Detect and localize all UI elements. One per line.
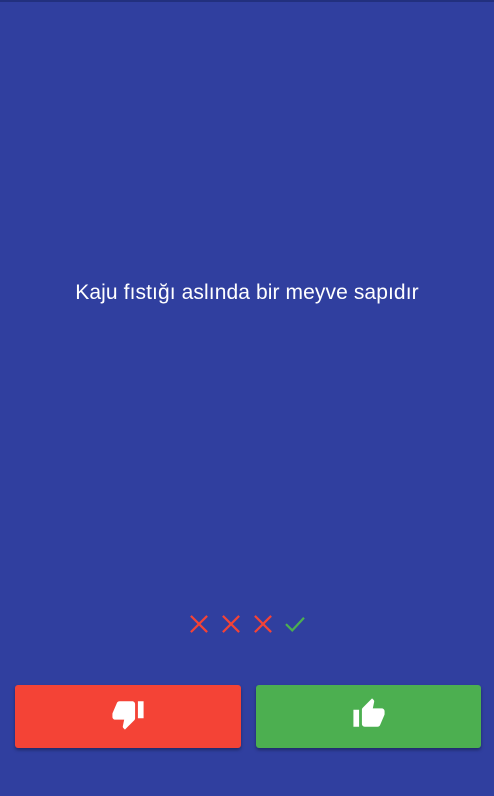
thumbs-up-icon bbox=[351, 697, 387, 736]
thumbs-down-icon bbox=[110, 697, 146, 736]
answer-history bbox=[0, 610, 494, 638]
question-text: Kaju fıstığı aslında bir meyve sapıdır bbox=[75, 281, 419, 304]
status-bar-edge bbox=[0, 0, 494, 2]
close-icon bbox=[188, 613, 210, 635]
close-icon bbox=[220, 613, 242, 635]
close-icon bbox=[252, 613, 274, 635]
check-icon bbox=[284, 613, 306, 635]
false-button[interactable] bbox=[15, 685, 241, 748]
true-button[interactable] bbox=[256, 685, 481, 748]
